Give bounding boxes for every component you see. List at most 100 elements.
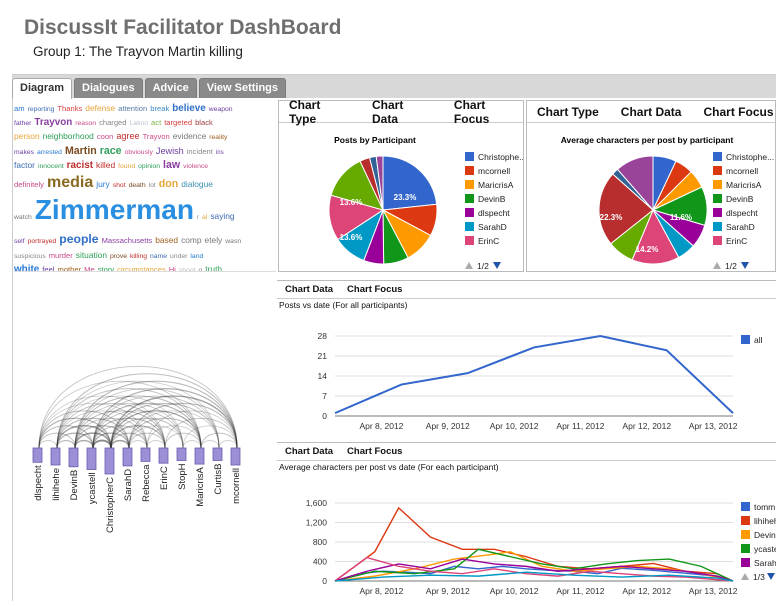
word-cloud-word[interactable]: law xyxy=(163,159,180,171)
chart-focus-tab[interactable]: Chart Focus xyxy=(454,98,523,126)
word-cloud-word[interactable]: under xyxy=(170,253,187,260)
word-cloud-word[interactable]: comp xyxy=(181,235,201,245)
word-cloud-word[interactable]: Martin xyxy=(65,145,97,157)
word-cloud-word[interactable]: killed xyxy=(96,160,115,170)
word-cloud-word[interactable]: ins xyxy=(216,149,224,156)
word-cloud-word[interactable]: Thanks xyxy=(57,104,82,113)
word-cloud-word[interactable]: people xyxy=(59,232,98,246)
word-cloud-word[interactable]: suspicious xyxy=(14,253,46,260)
word-cloud-word[interactable]: shoot xyxy=(179,267,196,271)
word-cloud-word[interactable]: r xyxy=(197,214,199,221)
word-cloud-word[interactable]: circumstances xyxy=(117,265,166,271)
word-cloud-word[interactable]: feel xyxy=(42,265,54,271)
word-cloud-word[interactable]: Zimmerman xyxy=(35,194,194,225)
arc-node[interactable] xyxy=(176,447,187,461)
pager-prev-icon[interactable] xyxy=(465,262,473,269)
word-cloud-word[interactable]: Massachusetts xyxy=(102,236,153,245)
word-cloud-word[interactable]: self xyxy=(14,238,25,245)
word-cloud-word[interactable]: black xyxy=(195,118,213,127)
word-cloud-word[interactable]: defense xyxy=(85,103,115,113)
tab-dialogues[interactable]: Dialogues xyxy=(74,78,143,98)
word-cloud-word[interactable]: portrayed xyxy=(28,238,57,245)
word-cloud-word[interactable]: opinion xyxy=(138,163,160,170)
word-cloud-word[interactable]: situation xyxy=(76,250,107,260)
word-cloud-word[interactable]: coon xyxy=(97,132,113,141)
word-cloud-word[interactable]: killing xyxy=(130,253,147,260)
word-cloud-word[interactable]: don xyxy=(159,178,178,190)
series-line[interactable] xyxy=(334,334,734,415)
word-cloud-word[interactable]: Hi xyxy=(169,265,176,271)
word-cloud-word[interactable]: story xyxy=(98,265,114,271)
arc-node[interactable] xyxy=(32,447,43,463)
word-cloud-word[interactable]: death xyxy=(129,182,146,189)
arc-node[interactable] xyxy=(122,447,133,467)
word-cloud-word[interactable]: Jewish xyxy=(156,146,184,156)
word-cloud-word[interactable]: g xyxy=(199,267,203,271)
word-cloud-word[interactable]: wasn xyxy=(225,238,241,245)
tab-advice[interactable]: Advice xyxy=(144,78,197,98)
word-cloud-word[interactable]: al xyxy=(202,214,207,221)
word-cloud-word[interactable]: am xyxy=(14,104,25,113)
word-cloud-word[interactable]: targeted xyxy=(164,118,192,127)
word-cloud-word[interactable]: charged xyxy=(99,118,126,127)
word-cloud-word[interactable]: shot xyxy=(113,182,126,189)
arc-node[interactable] xyxy=(140,447,151,462)
pager-next-icon[interactable] xyxy=(767,573,775,580)
word-cloud-word[interactable]: neighborhood xyxy=(43,131,94,141)
arc-node[interactable] xyxy=(50,447,61,466)
chart-type-tab[interactable]: Chart Type xyxy=(537,105,599,119)
word-cloud-word[interactable]: Latino xyxy=(130,120,149,127)
chart-data-tab[interactable]: Chart Data xyxy=(285,284,333,295)
word-cloud-word[interactable]: attention xyxy=(118,104,147,113)
chart-data-tab[interactable]: Chart Data xyxy=(621,105,682,119)
word-cloud-word[interactable]: prove xyxy=(110,253,127,260)
pager-prev-icon[interactable] xyxy=(741,573,749,580)
word-cloud-word[interactable]: reason xyxy=(75,120,96,127)
word-cloud-word[interactable]: truth xyxy=(205,264,222,271)
word-cloud-word[interactable]: innocent xyxy=(38,163,64,170)
word-cloud-word[interactable]: break xyxy=(150,104,169,113)
word-cloud-word[interactable]: mother xyxy=(58,265,82,271)
chart-data-tab[interactable]: Chart Data xyxy=(372,98,432,126)
word-cloud-word[interactable]: jury xyxy=(96,179,110,189)
tab-diagram[interactable]: Diagram xyxy=(12,78,73,99)
word-cloud-word[interactable]: lot xyxy=(149,182,156,189)
word-cloud-word[interactable]: Trayvon xyxy=(143,132,170,141)
word-cloud-word[interactable]: based xyxy=(155,235,178,245)
arc-node[interactable] xyxy=(104,447,115,475)
word-cloud-word[interactable]: Me xyxy=(84,265,95,271)
word-cloud-word[interactable]: reality xyxy=(209,134,227,141)
word-cloud-word[interactable]: murder xyxy=(49,251,73,260)
word-cloud-word[interactable]: evidence xyxy=(173,131,207,141)
word-cloud-word[interactable]: act xyxy=(151,118,161,127)
arc-node[interactable] xyxy=(212,447,223,461)
word-cloud-word[interactable]: makes xyxy=(14,149,34,156)
arc-node[interactable] xyxy=(230,447,241,466)
word-cloud-word[interactable]: land xyxy=(190,253,203,260)
word-cloud-word[interactable]: violence xyxy=(183,163,208,170)
word-cloud-word[interactable]: person xyxy=(14,131,40,141)
chart-focus-tab[interactable]: Chart Focus xyxy=(703,105,773,119)
word-cloud-word[interactable]: obviously xyxy=(125,149,153,156)
word-cloud-word[interactable]: racist xyxy=(67,160,93,171)
word-cloud-word[interactable]: factor xyxy=(14,160,35,170)
word-cloud-word[interactable]: white xyxy=(14,264,39,271)
word-cloud-word[interactable]: media xyxy=(47,174,93,191)
word-cloud-word[interactable]: Trayvon xyxy=(34,117,72,128)
chart-type-tab[interactable]: Chart Type xyxy=(289,98,350,126)
word-cloud-word[interactable]: race xyxy=(100,145,122,157)
word-cloud-word[interactable]: reporting xyxy=(28,106,55,113)
pager-next-icon[interactable] xyxy=(741,262,749,269)
word-cloud-word[interactable]: arrested xyxy=(37,149,62,156)
tab-view-settings[interactable]: View Settings xyxy=(198,78,287,98)
word-cloud-word[interactable]: believe xyxy=(172,103,206,114)
word-cloud-word[interactable]: definitely xyxy=(14,180,44,189)
word-cloud-word[interactable]: father xyxy=(14,120,31,127)
word-cloud-word[interactable]: etely xyxy=(205,235,223,245)
word-cloud-word[interactable]: watch xyxy=(14,214,32,221)
pager-next-icon[interactable] xyxy=(493,262,501,269)
word-cloud-word[interactable]: agree xyxy=(116,131,139,141)
word-cloud-word[interactable]: dialogue xyxy=(181,179,213,189)
word-cloud-word[interactable]: name xyxy=(150,253,167,260)
pager-prev-icon[interactable] xyxy=(713,262,721,269)
